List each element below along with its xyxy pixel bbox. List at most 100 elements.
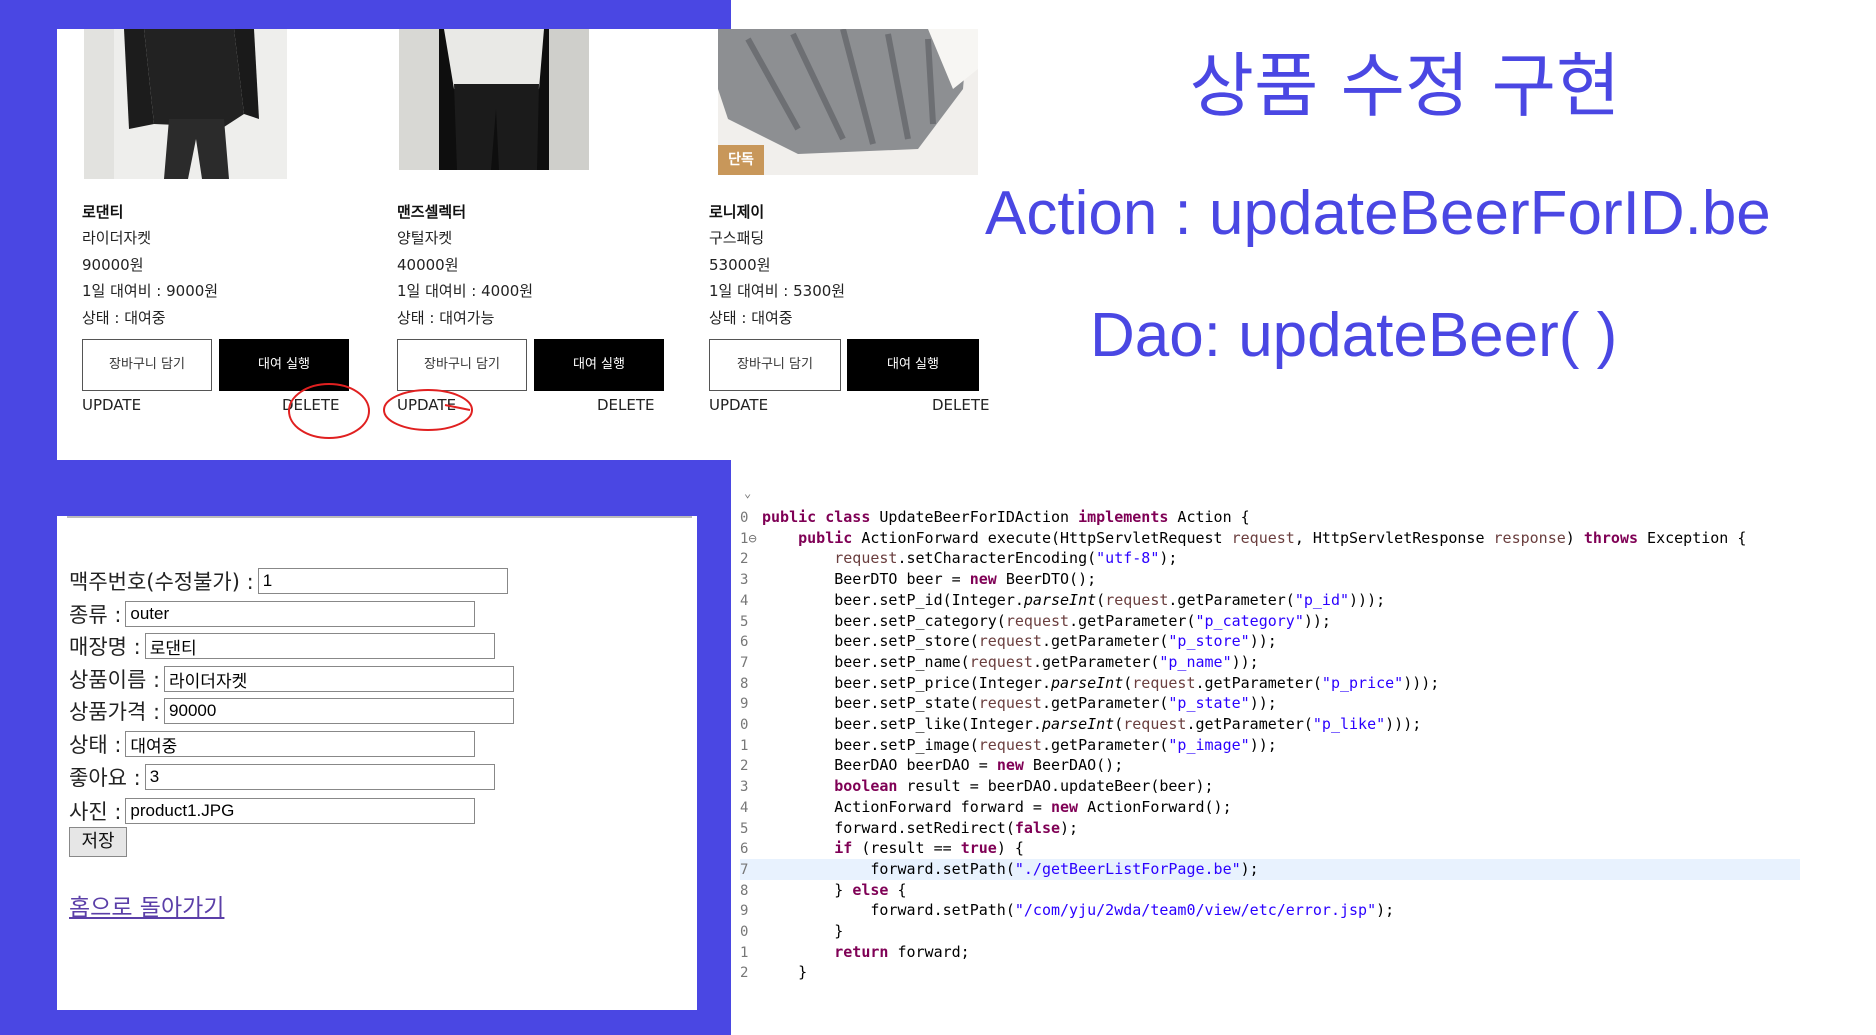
product-name: 구스패딩 xyxy=(709,229,765,247)
store-field[interactable] xyxy=(144,633,495,659)
update-link[interactable]: UPDATE xyxy=(82,396,141,414)
rent-button[interactable]: 대여 실행 xyxy=(534,339,664,391)
form-row-state: 상태 : xyxy=(69,730,476,758)
code-line: 8 beer.setP_price(Integer.parseInt(reque… xyxy=(740,673,1800,694)
product-brand: 로댄티 xyxy=(82,203,124,221)
beer-id-field[interactable] xyxy=(257,568,508,594)
field-label: 종류 : xyxy=(69,603,122,627)
field-label: 상태 : xyxy=(69,733,122,757)
product-list-screenshot: 로댄티 라이더자켓 90000원 1일 대여비 : 9000원 상태 : 대여중… xyxy=(57,29,731,460)
code-line: 3 boolean result = beerDAO.updateBeer(be… xyxy=(740,776,1800,797)
line-number: 9 xyxy=(740,903,749,920)
line-number: 9 xyxy=(740,696,749,713)
line-number: 1 xyxy=(740,944,749,961)
slide-title: 상품 수정 구현 xyxy=(1189,45,1621,127)
field-label: 상품가격 : xyxy=(69,700,161,724)
code-line: 2 request.setCharacterEncoding("utf-8"); xyxy=(740,548,1800,569)
code-line: 8 } else { xyxy=(740,880,1800,901)
form-row-store: 매장명 : xyxy=(69,632,495,660)
line-number: 5 xyxy=(740,613,749,630)
product-daily-fee: 1일 대여비 : 9000원 xyxy=(82,282,219,300)
category-field[interactable] xyxy=(125,601,476,627)
product-brand: 로니제이 xyxy=(709,203,765,221)
image-field[interactable] xyxy=(125,798,476,824)
code-line: 9 beer.setP_state(request.getParameter("… xyxy=(740,693,1800,714)
line-number: 6 xyxy=(740,634,749,651)
line-number: 4 xyxy=(740,799,749,816)
code-line: 5 beer.setP_category(request.getParamete… xyxy=(740,611,1800,632)
line-number: 3 xyxy=(740,779,749,796)
delete-link[interactable]: DELETE xyxy=(282,396,340,414)
code-line: 7 beer.setP_name(request.getParameter("p… xyxy=(740,652,1800,673)
update-link[interactable]: UPDATE xyxy=(709,396,768,414)
product-name: 양털자켓 xyxy=(397,229,453,247)
rent-button[interactable]: 대여 실행 xyxy=(219,339,349,391)
product-image[interactable]: 단독 xyxy=(718,29,978,175)
field-label: 좋아요 : xyxy=(69,766,141,790)
add-to-cart-button[interactable]: 장바구니 담기 xyxy=(397,339,527,391)
update-link[interactable]: UPDATE xyxy=(397,396,456,414)
code-line: 4 beer.setP_id(Integer.parseInt(request.… xyxy=(740,590,1800,611)
code-line: 0 } xyxy=(740,921,1800,942)
line-number: 8 xyxy=(740,882,749,899)
code-fold-marker: ⌄ xyxy=(744,486,752,500)
product-status: 상태 : 대여중 xyxy=(82,309,166,327)
state-field[interactable] xyxy=(125,731,476,757)
exclusive-badge: 단독 xyxy=(718,145,764,175)
line-number: 8 xyxy=(740,675,749,692)
field-label: 사진 : xyxy=(69,800,122,824)
price-field[interactable] xyxy=(164,698,515,724)
field-label: 상품이름 : xyxy=(69,668,161,692)
code-line: 2 } xyxy=(740,962,1800,983)
line-number: 3 xyxy=(740,572,749,589)
delete-link[interactable]: DELETE xyxy=(932,396,990,414)
product-status: 상태 : 대여가능 xyxy=(397,309,495,327)
line-number: 0 xyxy=(740,924,749,940)
line-number: 2 xyxy=(740,758,749,775)
edit-form-screenshot: 맥주번호(수정불가) : 종류 : 매장명 : 상품이름 : 상품가격 : 상태… xyxy=(57,516,697,1010)
product-price: 90000원 xyxy=(82,256,144,274)
save-button[interactable]: 저장 xyxy=(69,827,127,857)
slide-action-line: Action : updateBeerForID.be xyxy=(985,179,1771,248)
form-row-name: 상품이름 : xyxy=(69,665,515,693)
product-status: 상태 : 대여중 xyxy=(709,309,793,327)
code-line: 0 public class UpdateBeerForIDAction impl… xyxy=(740,507,1800,528)
code-line: 2 BeerDAO beerDAO = new BeerDAO(); xyxy=(740,755,1800,776)
line-number: 1 xyxy=(740,737,749,754)
product-name: 라이더자켓 xyxy=(82,229,152,247)
line-number: 2 xyxy=(740,965,749,982)
delete-link[interactable]: DELETE xyxy=(597,396,655,414)
product-price: 53000원 xyxy=(709,256,771,274)
code-line: 4 ActionForward forward = new ActionForw… xyxy=(740,797,1800,818)
form-divider xyxy=(67,516,692,518)
product-name-field[interactable] xyxy=(164,666,515,692)
form-row-image: 사진 : xyxy=(69,797,476,825)
product-card-overflow: 단독 로니제이 구스패딩 53000원 1일 대여비 : 5300원 상태 : … xyxy=(687,29,1017,460)
add-to-cart-button[interactable]: 장바구니 담기 xyxy=(82,339,212,391)
product-daily-fee: 1일 대여비 : 4000원 xyxy=(397,282,534,300)
form-row-price: 상품가격 : xyxy=(69,697,515,725)
code-line: 3 BeerDTO beer = new BeerDTO(); xyxy=(740,569,1800,590)
product-image[interactable] xyxy=(399,29,589,170)
product-image[interactable] xyxy=(84,29,287,179)
line-number: 7 xyxy=(740,654,749,671)
line-number: 1⊖ xyxy=(740,530,757,547)
code-editor: ⌄ 0 public class UpdateBeerForIDAction im… xyxy=(740,486,1840,981)
line-number: 6 xyxy=(740,841,749,858)
code-line: 9 forward.setPath("/com/yju/2wda/team0/v… xyxy=(740,900,1800,921)
code-line: 0 beer.setP_like(Integer.parseInt(reques… xyxy=(740,714,1800,735)
home-link[interactable]: 홈으로 돌아가기 xyxy=(69,888,224,922)
add-to-cart-button[interactable]: 장바구니 담기 xyxy=(709,339,841,391)
code-line: 1 beer.setP_image(request.getParameter("… xyxy=(740,735,1800,756)
code-line: 5 forward.setRedirect(false); xyxy=(740,818,1800,839)
line-number: 4 xyxy=(740,592,749,609)
field-label: 매장명 : xyxy=(69,635,141,659)
line-number: 0 xyxy=(740,510,749,526)
product-price: 40000원 xyxy=(397,256,459,274)
line-number: 7 xyxy=(740,861,749,878)
like-field[interactable] xyxy=(144,764,495,790)
product-daily-fee: 1일 대여비 : 5300원 xyxy=(709,282,846,300)
code-line: 6 beer.setP_store(request.getParameter("… xyxy=(740,631,1800,652)
code-line: 1⊖ public ActionForward execute(HttpServ… xyxy=(740,528,1800,549)
rent-button[interactable]: 대여 실행 xyxy=(847,339,979,391)
